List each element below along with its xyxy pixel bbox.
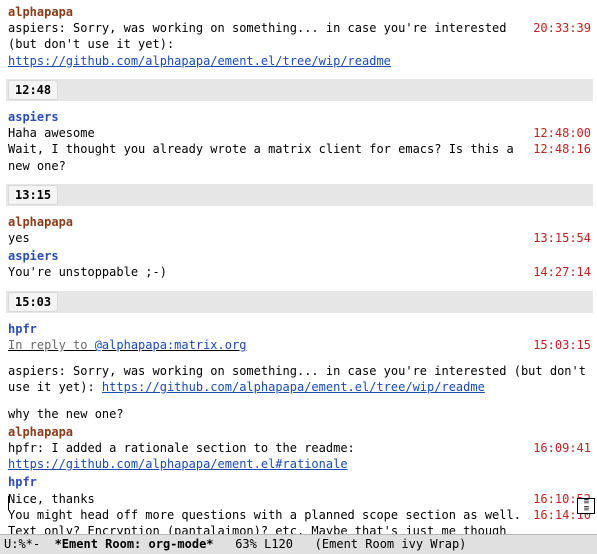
message-body[interactable]: aspiers: Sorry, was working on something… xyxy=(8,20,529,69)
text-cursor xyxy=(8,496,9,510)
mode-line[interactable]: U:%*- *Ement Room: org-mode* 63% L120 (E… xyxy=(0,534,597,554)
message-body[interactable]: Haha awesome xyxy=(8,125,529,141)
buffer-name: *Ement Room: org-mode* xyxy=(55,537,214,551)
message-list: alphapapa aspiers: Sorry, was working on… xyxy=(0,2,597,534)
time-separator-label: 12:48 xyxy=(8,80,58,100)
message: aspiers Haha awesome 12:48:00 Wait, I th… xyxy=(8,109,591,174)
timestamp: 13:15:54 xyxy=(529,230,591,246)
sender-alphapapa: alphapapa xyxy=(8,214,591,230)
message-body[interactable]: You might head off more questions with a… xyxy=(8,507,529,534)
message: alphapapa aspiers: Sorry, was working on… xyxy=(8,4,591,69)
timestamp: 20:33:39 xyxy=(529,20,591,36)
time-separator-label: 15:03 xyxy=(8,292,58,312)
time-separator-label: 13:15 xyxy=(8,185,58,205)
sender-hpfr: hpfr xyxy=(8,321,591,337)
modeline-flags: U:%*- xyxy=(4,537,55,551)
message-text: aspiers: Sorry, was working on something… xyxy=(8,21,514,51)
time-separator: 13:15 xyxy=(6,184,593,206)
time-separator: 15:03 xyxy=(6,291,593,313)
reply-reference[interactable]: In reply to @alphapapa:matrix.org xyxy=(8,337,529,353)
message: hpfr In reply to @alphapapa:matrix.org 1… xyxy=(8,321,591,422)
link-wip-readme[interactable]: https://github.com/alphapapa/ement.el/tr… xyxy=(102,380,485,394)
quoted-body: aspiers: Sorry, was working on something… xyxy=(8,363,591,395)
message: aspiers You're unstoppable ;-) 14:27:14 xyxy=(8,248,591,280)
sender-alphapapa: alphapapa xyxy=(8,4,591,20)
sender-hpfr: hpfr xyxy=(8,474,591,490)
timestamp: 12:48:16 xyxy=(529,141,591,157)
message-body[interactable]: Nice, thanks xyxy=(8,491,529,507)
link-wip-readme[interactable]: https://github.com/alphapapa/ement.el/tr… xyxy=(8,54,391,68)
link-rationale[interactable]: https://github.com/alphapapa/ement.el#ra… xyxy=(8,457,348,471)
reply-target[interactable]: @alphapapa:matrix.org xyxy=(95,338,247,352)
timestamp: 16:09:41 xyxy=(529,440,591,456)
sender-aspiers: aspiers xyxy=(8,248,591,264)
sender-alphapapa: alphapapa xyxy=(8,424,591,440)
sender-aspiers: aspiers xyxy=(8,109,591,125)
modeline-info: 63% L120 (Ement Room ivy Wrap) xyxy=(214,537,467,551)
reply-prefix: In reply to xyxy=(8,338,95,352)
message-body[interactable]: yes xyxy=(8,230,529,246)
message: alphapapa yes 13:15:54 xyxy=(8,214,591,246)
timestamp: 14:27:14 xyxy=(529,264,591,280)
message-body[interactable]: Wait, I thought you already wrote a matr… xyxy=(8,141,529,173)
message-body[interactable]: You're unstoppable ;-) xyxy=(8,264,529,280)
fringe-indicator-icon xyxy=(577,498,595,514)
timestamp: 12:48:00 xyxy=(529,125,591,141)
time-separator: 12:48 xyxy=(6,79,593,101)
message: alphapapa hpfr: I added a rationale sect… xyxy=(8,424,591,473)
timestamp: 15:03:15 xyxy=(529,337,591,353)
message-body[interactable]: hpfr: I added a rationale section to the… xyxy=(8,440,529,472)
message: hpfr Nice, thanks 16:10:52 You might hea… xyxy=(8,474,591,534)
message-body[interactable]: why the new one? xyxy=(8,406,591,422)
message-text: hpfr: I added a rationale section to the… xyxy=(8,441,362,455)
